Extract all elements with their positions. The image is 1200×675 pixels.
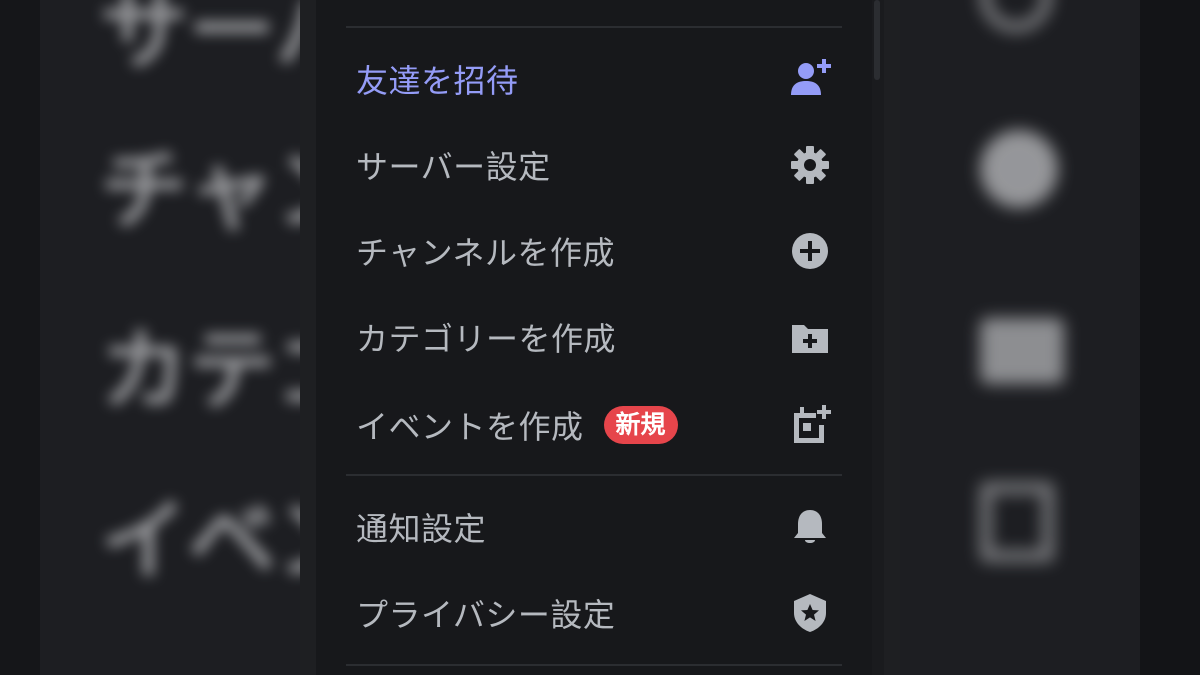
bell-icon <box>788 505 832 549</box>
menu-item-label: チャンネルを作成 <box>356 234 616 272</box>
menu-separator <box>346 26 842 28</box>
menu-item-label: 友達を招待 <box>356 62 519 100</box>
background-text: イベン <box>100 489 300 592</box>
background-text: チャン <box>100 139 300 242</box>
menu-item-invite-friend[interactable]: 友達を招待 <box>346 44 842 114</box>
menu-item-label: サーバー設定 <box>356 148 551 186</box>
shield-star-icon <box>788 591 832 635</box>
folder-plus-icon <box>788 315 832 359</box>
menu-item-label: プライバシー設定 <box>356 596 616 634</box>
background-text: カテゴ <box>100 319 300 422</box>
calendar-plus-icon <box>788 403 832 447</box>
invite-friend-icon <box>788 57 832 101</box>
server-context-menu: 友達を招待 サーバー設定 チャンネルを作成 カテゴリーを作成 イベントを作成 新… <box>300 0 900 675</box>
menu-item-label: イベントを作成 <box>356 408 584 446</box>
background-right-panel <box>900 0 1200 675</box>
menu-item-create-channel[interactable]: チャンネルを作成 <box>346 216 842 286</box>
background-calendar-icon <box>980 482 1054 562</box>
gear-icon <box>788 143 832 187</box>
menu-item-create-event[interactable]: イベントを作成 新規 <box>346 390 842 460</box>
new-badge: 新規 <box>603 406 678 444</box>
menu-item-create-category[interactable]: カテゴリーを作成 <box>346 302 842 372</box>
background-left-panel: サーバ チャン カテゴ イベン <box>0 0 300 675</box>
background-gear-icon <box>980 0 1052 32</box>
menu-item-label: カテゴリーを作成 <box>356 320 617 358</box>
menu-separator <box>346 664 842 666</box>
background-plus-circle-icon <box>980 130 1058 208</box>
menu-scrollbar[interactable] <box>872 0 884 675</box>
menu-item-server-settings[interactable]: サーバー設定 <box>346 130 842 200</box>
plus-circle-icon <box>788 229 832 273</box>
background-folder-icon <box>980 318 1064 384</box>
menu-separator <box>346 474 842 476</box>
menu-item-notification-settings[interactable]: 通知設定 <box>346 492 842 562</box>
background-text: サーバ <box>100 0 300 82</box>
menu-item-privacy-settings[interactable]: プライバシー設定 <box>346 578 842 648</box>
menu-scrollbar-thumb[interactable] <box>874 0 880 80</box>
menu-item-label: 通知設定 <box>356 510 487 548</box>
